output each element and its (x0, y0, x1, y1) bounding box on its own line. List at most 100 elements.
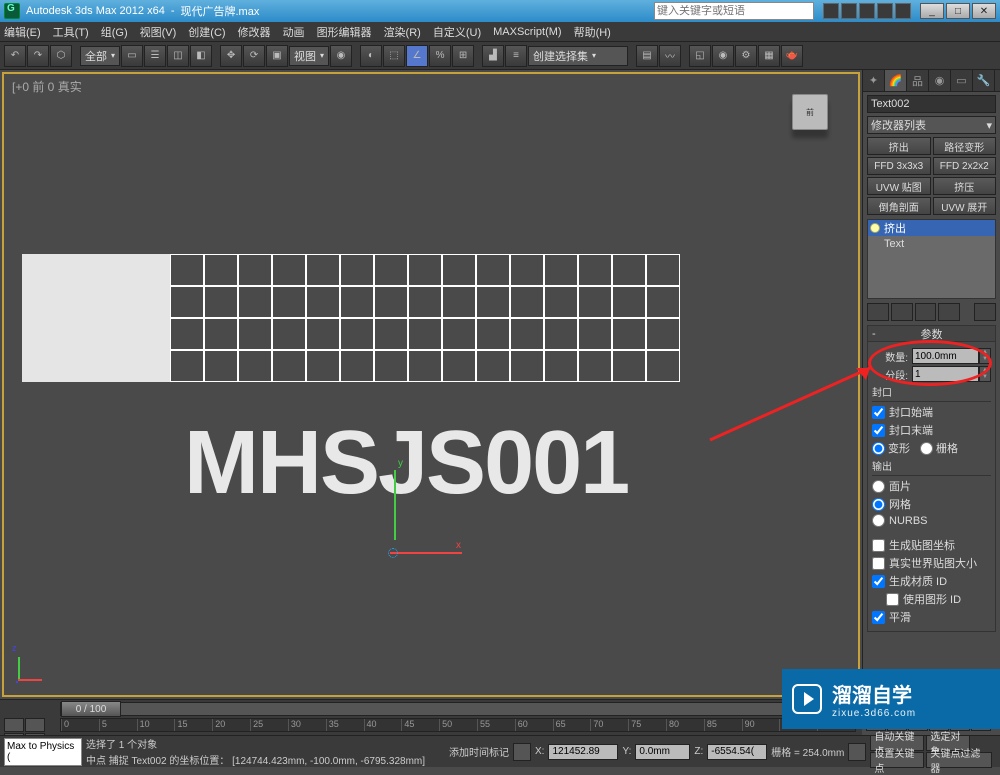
signin-icon[interactable] (859, 3, 875, 19)
link-button[interactable]: ⬡ (50, 45, 72, 67)
btn-unwrap[interactable]: UVW 展开 (933, 197, 997, 215)
menu-edit[interactable]: 编辑(E) (4, 24, 41, 40)
rollout-header[interactable]: -参数 (868, 326, 995, 342)
chk-realworld[interactable] (872, 557, 885, 570)
menu-group[interactable]: 组(G) (101, 24, 128, 40)
keyfilter-button[interactable]: 关键点过滤器 (926, 752, 992, 768)
minimize-button[interactable]: _ (920, 3, 944, 19)
manip-button[interactable]: ◐ (360, 45, 382, 67)
menu-create[interactable]: 创建(C) (188, 24, 225, 40)
show-end-button[interactable] (891, 303, 913, 321)
setkey-button[interactable]: 设置关键点 (870, 752, 924, 768)
ref-coord[interactable]: 视图▾ (289, 46, 329, 66)
angle-snap[interactable]: ∠ (406, 45, 428, 67)
radio-grid[interactable] (920, 442, 933, 455)
help-search-input[interactable] (657, 5, 811, 17)
help-search[interactable] (654, 2, 814, 20)
time-ruler[interactable]: 0510152025303540455055606570758085909510… (60, 718, 856, 732)
btn-ffd3[interactable]: FFD 3x3x3 (867, 157, 931, 175)
viewport[interactable]: [+0 前 0 真实 前 MHSJS001 yx z (2, 72, 860, 697)
coord-x[interactable]: 121452.89 (548, 744, 618, 760)
snap-toggle[interactable]: ⬚ (383, 45, 405, 67)
schematic-button[interactable]: ◱ (689, 45, 711, 67)
btn-bevelprofile[interactable]: 倒角剖面 (867, 197, 931, 215)
radio-mesh[interactable] (872, 498, 885, 511)
radio-nurbs[interactable] (872, 514, 885, 527)
redo-button[interactable]: ↷ (27, 45, 49, 67)
unique-button[interactable] (915, 303, 937, 321)
maxscript-listener[interactable]: Max to Physics ( (4, 738, 82, 766)
window-crossing-button[interactable]: ◧ (190, 45, 212, 67)
tab-hierarchy[interactable]: 品 (907, 70, 929, 91)
lightbulb-icon[interactable] (870, 223, 880, 233)
menu-animation[interactable]: 动画 (283, 24, 305, 40)
render-button[interactable]: 🫖 (781, 45, 803, 67)
time-track[interactable]: 0 / 100 (60, 702, 856, 716)
menu-maxscript[interactable]: MAXScript(M) (493, 26, 561, 38)
render-setup-button[interactable]: ⚙ (735, 45, 757, 67)
select-name-button[interactable]: ☰ (144, 45, 166, 67)
btn-uvwmap[interactable]: UVW 贴图 (867, 177, 931, 195)
percent-snap[interactable]: % (429, 45, 451, 67)
select-region-button[interactable]: ◫ (167, 45, 189, 67)
btn-squeeze[interactable]: 挤压 (933, 177, 997, 195)
tab-display[interactable]: ▭ (951, 70, 973, 91)
radio-patch[interactable] (872, 480, 885, 493)
named-selection[interactable]: 创建选择集▾ (528, 46, 628, 66)
scale-button[interactable]: ▣ (266, 45, 288, 67)
menu-help[interactable]: 帮助(H) (574, 24, 611, 40)
chk-capstart[interactable] (872, 406, 885, 419)
move-button[interactable]: ✥ (220, 45, 242, 67)
timeline-btn2[interactable] (25, 718, 45, 732)
object-name-field[interactable]: Text002 (867, 95, 996, 113)
render-frame-button[interactable]: ▦ (758, 45, 780, 67)
coord-z[interactable]: -6554.54( (707, 744, 767, 760)
segments-input[interactable]: 1 (912, 366, 979, 382)
close-button[interactable]: ✕ (972, 3, 996, 19)
stack-text[interactable]: Text (868, 236, 995, 252)
chk-smooth[interactable] (872, 611, 885, 624)
timeline-btn1[interactable] (4, 718, 24, 732)
maximize-button[interactable]: □ (946, 3, 970, 19)
viewport-label[interactable]: [+0 前 0 真实 (12, 78, 82, 95)
pivot-button[interactable]: ◉ (330, 45, 352, 67)
btn-ffd2[interactable]: FFD 2x2x2 (933, 157, 997, 175)
configure-button[interactable] (974, 303, 996, 321)
chk-capend[interactable] (872, 424, 885, 437)
chk-genuv[interactable] (872, 539, 885, 552)
scene-object-text[interactable]: MHSJS001 (184, 412, 628, 515)
amount-input[interactable]: 100.0mm (912, 348, 979, 364)
lock-button[interactable] (513, 743, 531, 761)
tab-create[interactable]: ✦ (863, 70, 885, 91)
help-icon[interactable] (895, 3, 911, 19)
time-slider-handle[interactable]: 0 / 100 (61, 701, 121, 717)
menu-views[interactable]: 视图(V) (140, 24, 177, 40)
isolate-button[interactable] (848, 743, 866, 761)
chk-useshape[interactable] (886, 593, 899, 606)
menu-modifiers[interactable]: 修改器 (238, 24, 271, 40)
select-button[interactable]: ▭ (121, 45, 143, 67)
menu-customize[interactable]: 自定义(U) (433, 24, 481, 40)
menu-rendering[interactable]: 渲染(R) (384, 24, 421, 40)
radio-morph[interactable] (872, 442, 885, 455)
tab-modify[interactable]: 🌈 (885, 70, 907, 91)
btn-extrude[interactable]: 挤出 (867, 137, 931, 155)
coord-y[interactable]: 0.0mm (635, 744, 690, 760)
chk-genmat[interactable] (872, 575, 885, 588)
rotate-button[interactable]: ⟳ (243, 45, 265, 67)
spinner-snap[interactable]: ⊞ (452, 45, 474, 67)
stack-extrude[interactable]: 挤出 (868, 220, 995, 236)
btn-pathdeform[interactable]: 路径变形 (933, 137, 997, 155)
segments-spinner[interactable]: ▲▼ (979, 366, 991, 382)
viewcube[interactable]: 前 (792, 94, 828, 130)
material-editor-button[interactable]: ◉ (712, 45, 734, 67)
tab-motion[interactable]: ◉ (929, 70, 951, 91)
remove-mod-button[interactable] (938, 303, 960, 321)
menu-grapheditors[interactable]: 图形编辑器 (317, 24, 372, 40)
align-button[interactable]: ≡ (505, 45, 527, 67)
modifier-list[interactable]: 修改器列表▾ (867, 116, 996, 134)
scene-object-billboard[interactable] (22, 254, 680, 382)
undo-button[interactable]: ↶ (4, 45, 26, 67)
curve-editor-button[interactable]: 〰 (659, 45, 681, 67)
mirror-button[interactable]: ▟ (482, 45, 504, 67)
